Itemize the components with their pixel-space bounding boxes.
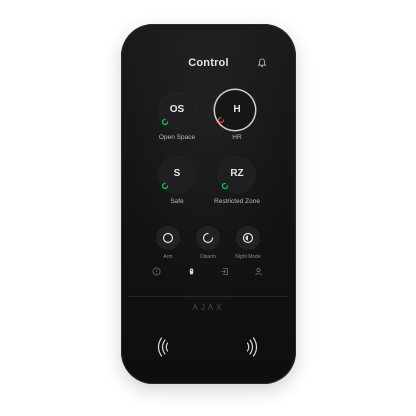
night-mode-label: Night Mode [235,254,261,260]
group-status-icon [161,118,169,126]
group-status-icon [221,182,229,190]
group-abbr: OS [169,104,185,115]
user-icon[interactable] [254,267,263,276]
group-abbr: S [173,168,181,179]
key-icon[interactable] [187,267,196,276]
disarm-button[interactable]: Disarm [188,226,228,266]
screen-title: Control [188,57,229,69]
login-icon[interactable] [220,267,229,276]
nfc-left-icon [157,337,169,357]
group-open-space[interactable]: OS Open Space [147,93,207,153]
alert-icon[interactable] [152,267,161,276]
group-status-icon [161,182,169,190]
arm-button[interactable]: Arm [148,226,188,266]
group-abbr: RZ [230,168,244,179]
group-abbr: H [233,104,241,115]
night-mode-icon [242,232,254,244]
group-safe[interactable]: S Safe [147,157,207,217]
group-label: HR [232,134,242,141]
disarm-icon [202,232,214,244]
group-hr[interactable]: H HR [207,90,267,153]
group-label: Restricted Zone [214,198,260,205]
keypad-device: Control OS Open Space H HR S Safe RZ Res… [121,24,296,384]
group-status-icon [217,116,225,124]
bell-icon[interactable] [257,58,267,68]
divider [129,296,288,297]
group-restricted-zone[interactable]: RZ Restricted Zone [207,157,267,217]
nfc-right-icon [246,337,258,357]
arm-icon [162,232,174,244]
brand-logo: AJAX [192,303,225,312]
night-mode-button[interactable]: Night Mode [228,226,268,266]
